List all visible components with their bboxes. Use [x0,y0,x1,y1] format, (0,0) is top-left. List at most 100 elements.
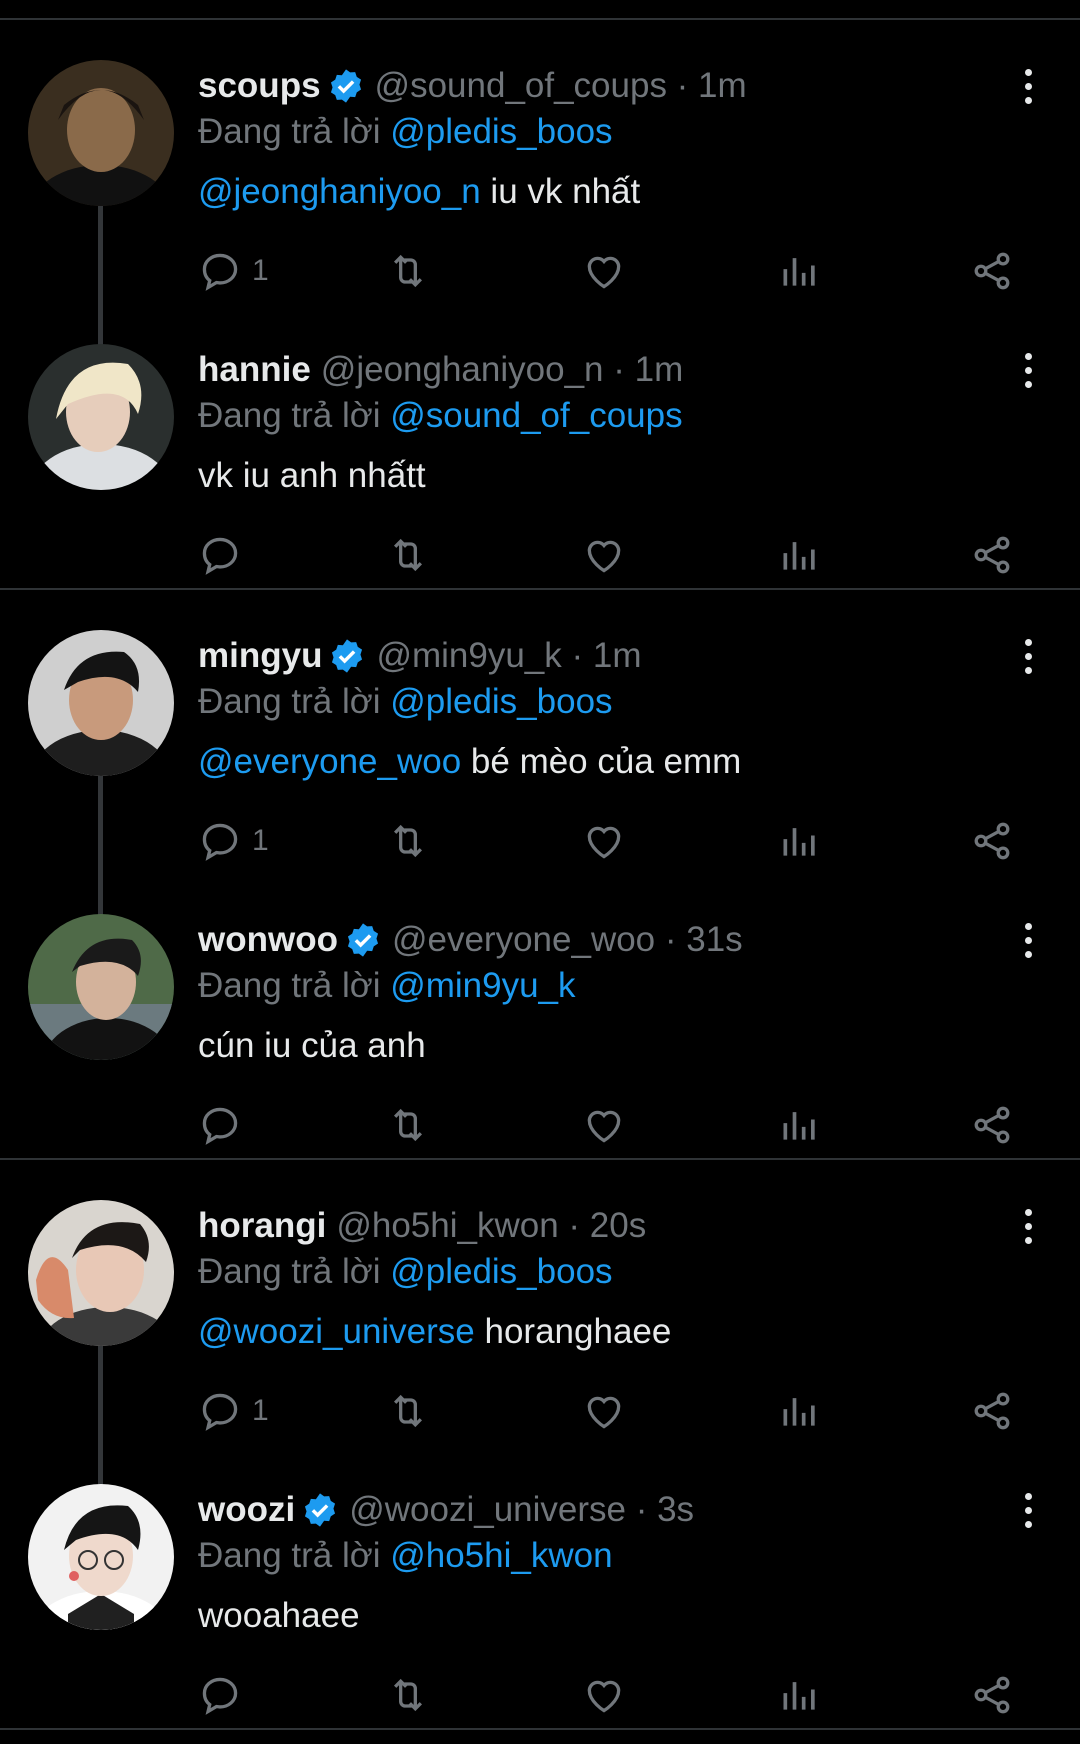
retweet-icon [393,1108,423,1142]
views-icon [783,542,815,570]
avatar[interactable] [28,1484,174,1630]
more-icon[interactable] [1018,1204,1038,1248]
handle-and-time: @min9yu_k · 1m [376,636,642,675]
more-icon[interactable] [1018,1488,1038,1532]
views-icon [783,828,815,856]
reply-count: 1 [252,824,269,857]
tweet-content: bé mèo của emm [461,742,742,781]
share-icon [974,1676,1010,1714]
retweet-button[interactable] [386,816,430,866]
share-button[interactable] [970,816,1014,866]
mention-link[interactable]: @woozi_universe [198,1312,475,1351]
views-button[interactable] [778,1670,822,1720]
tweet[interactable]: horangi @ho5hi_kwon · 20s Đang trả lời @… [0,1160,1080,1486]
like-button[interactable] [582,1100,626,1150]
replying-to-link[interactable]: @pledis_boos [390,112,612,151]
reply-button[interactable] [198,1100,242,1150]
like-icon [587,1110,621,1143]
reply-button[interactable] [198,1670,242,1720]
share-button[interactable] [970,1386,1014,1436]
replying-to-link[interactable]: @pledis_boos [390,682,612,721]
replying-to: Đang trả lời @pledis_boos [198,112,613,152]
retweet-button[interactable] [386,1100,430,1150]
avatar[interactable] [28,630,174,776]
more-icon[interactable] [1018,64,1038,108]
avatar[interactable] [28,914,174,1060]
avatar[interactable] [28,1200,174,1346]
share-icon [974,1106,1010,1144]
display-name[interactable]: hannie [198,350,311,390]
tweet-content: vk iu anh nhấtt [198,456,426,495]
reply-icon [202,1107,238,1145]
tweet[interactable]: wonwoo @everyone_woo · 31s Đang trả lời … [0,874,1080,1158]
reply-button[interactable]: 1 [198,1386,269,1436]
views-button[interactable] [778,246,822,296]
share-button[interactable] [970,1670,1014,1720]
reply-button[interactable]: 1 [198,246,269,296]
tweet[interactable]: woozi @woozi_universe · 3s Đang trả lời … [0,1444,1080,1728]
display-name[interactable]: wonwoo [198,920,338,960]
reply-button[interactable] [198,530,242,580]
retweet-button[interactable] [386,246,430,296]
like-button[interactable] [582,530,626,580]
tweet-text: @everyone_woo bé mèo của emm [198,742,741,782]
reply-icon [202,1677,238,1715]
reply-count: 1 [252,254,269,287]
verified-icon [332,639,363,673]
retweet-icon [393,254,423,288]
like-button[interactable] [582,816,626,866]
tweet-actions [198,530,1080,580]
share-icon [974,536,1010,574]
replying-to-link[interactable]: @ho5hi_kwon [390,1536,612,1575]
more-icon[interactable] [1018,634,1038,678]
like-button[interactable] [582,246,626,296]
replying-to-link[interactable]: @min9yu_k [390,966,575,1005]
reply-thread: horangi @ho5hi_kwon · 20s Đang trả lời @… [0,1160,1080,1730]
more-icon[interactable] [1018,918,1038,962]
retweet-button[interactable] [386,1670,430,1720]
replying-to-link[interactable]: @sound_of_coups [390,396,682,435]
replying-to-link[interactable]: @pledis_boos [390,1252,612,1291]
share-button[interactable] [970,246,1014,296]
share-button[interactable] [970,1100,1014,1150]
share-button[interactable] [970,530,1014,580]
like-icon [587,1680,621,1713]
replying-prefix: Đang trả lời [198,112,381,151]
display-name[interactable]: woozi [198,1490,295,1530]
like-icon [587,826,621,859]
tweet-content: wooahaee [198,1596,360,1635]
tweet-header: woozi @woozi_universe · 3s [198,1488,1080,1532]
mention-link[interactable]: @everyone_woo [198,742,461,781]
handle-and-time: @everyone_woo · 31s [391,920,743,959]
retweet-icon [393,824,423,858]
avatar[interactable] [28,60,174,206]
tweet-text: @woozi_universe horanghaee [198,1312,671,1352]
display-name[interactable]: mingyu [198,636,322,676]
display-name[interactable]: scoups [198,66,321,106]
avatar[interactable] [28,344,174,490]
reply-button[interactable]: 1 [198,816,269,866]
views-button[interactable] [778,530,822,580]
mention-link[interactable]: @jeonghaniyoo_n [198,172,481,211]
views-button[interactable] [778,816,822,866]
replying-to: Đang trả lời @pledis_boos [198,1252,613,1292]
replying-to: Đang trả lời @min9yu_k [198,966,576,1006]
like-button[interactable] [582,1670,626,1720]
retweet-button[interactable] [386,530,430,580]
retweet-button[interactable] [386,1386,430,1436]
display-name[interactable]: horangi [198,1206,326,1246]
like-button[interactable] [582,1386,626,1436]
tweet-actions [198,1100,1080,1150]
tweet-content: cún iu của anh [198,1026,426,1065]
tweet-text: cún iu của anh [198,1026,426,1066]
more-icon[interactable] [1018,348,1038,392]
retweet-icon [393,1394,423,1428]
tweet-header: mingyu @min9yu_k · 1m [198,634,1080,678]
reply-thread: scoups @sound_of_coups · 1m Đang trả lời… [0,20,1080,590]
views-button[interactable] [778,1386,822,1436]
tweet[interactable]: mingyu @min9yu_k · 1m Đang trả lời @pled… [0,590,1080,916]
tweet[interactable]: hannie @jeonghaniyoo_n · 1m Đang trả lời… [0,304,1080,588]
tweet[interactable]: scoups @sound_of_coups · 1m Đang trả lời… [0,20,1080,346]
replying-prefix: Đang trả lời [198,682,381,721]
views-button[interactable] [778,1100,822,1150]
